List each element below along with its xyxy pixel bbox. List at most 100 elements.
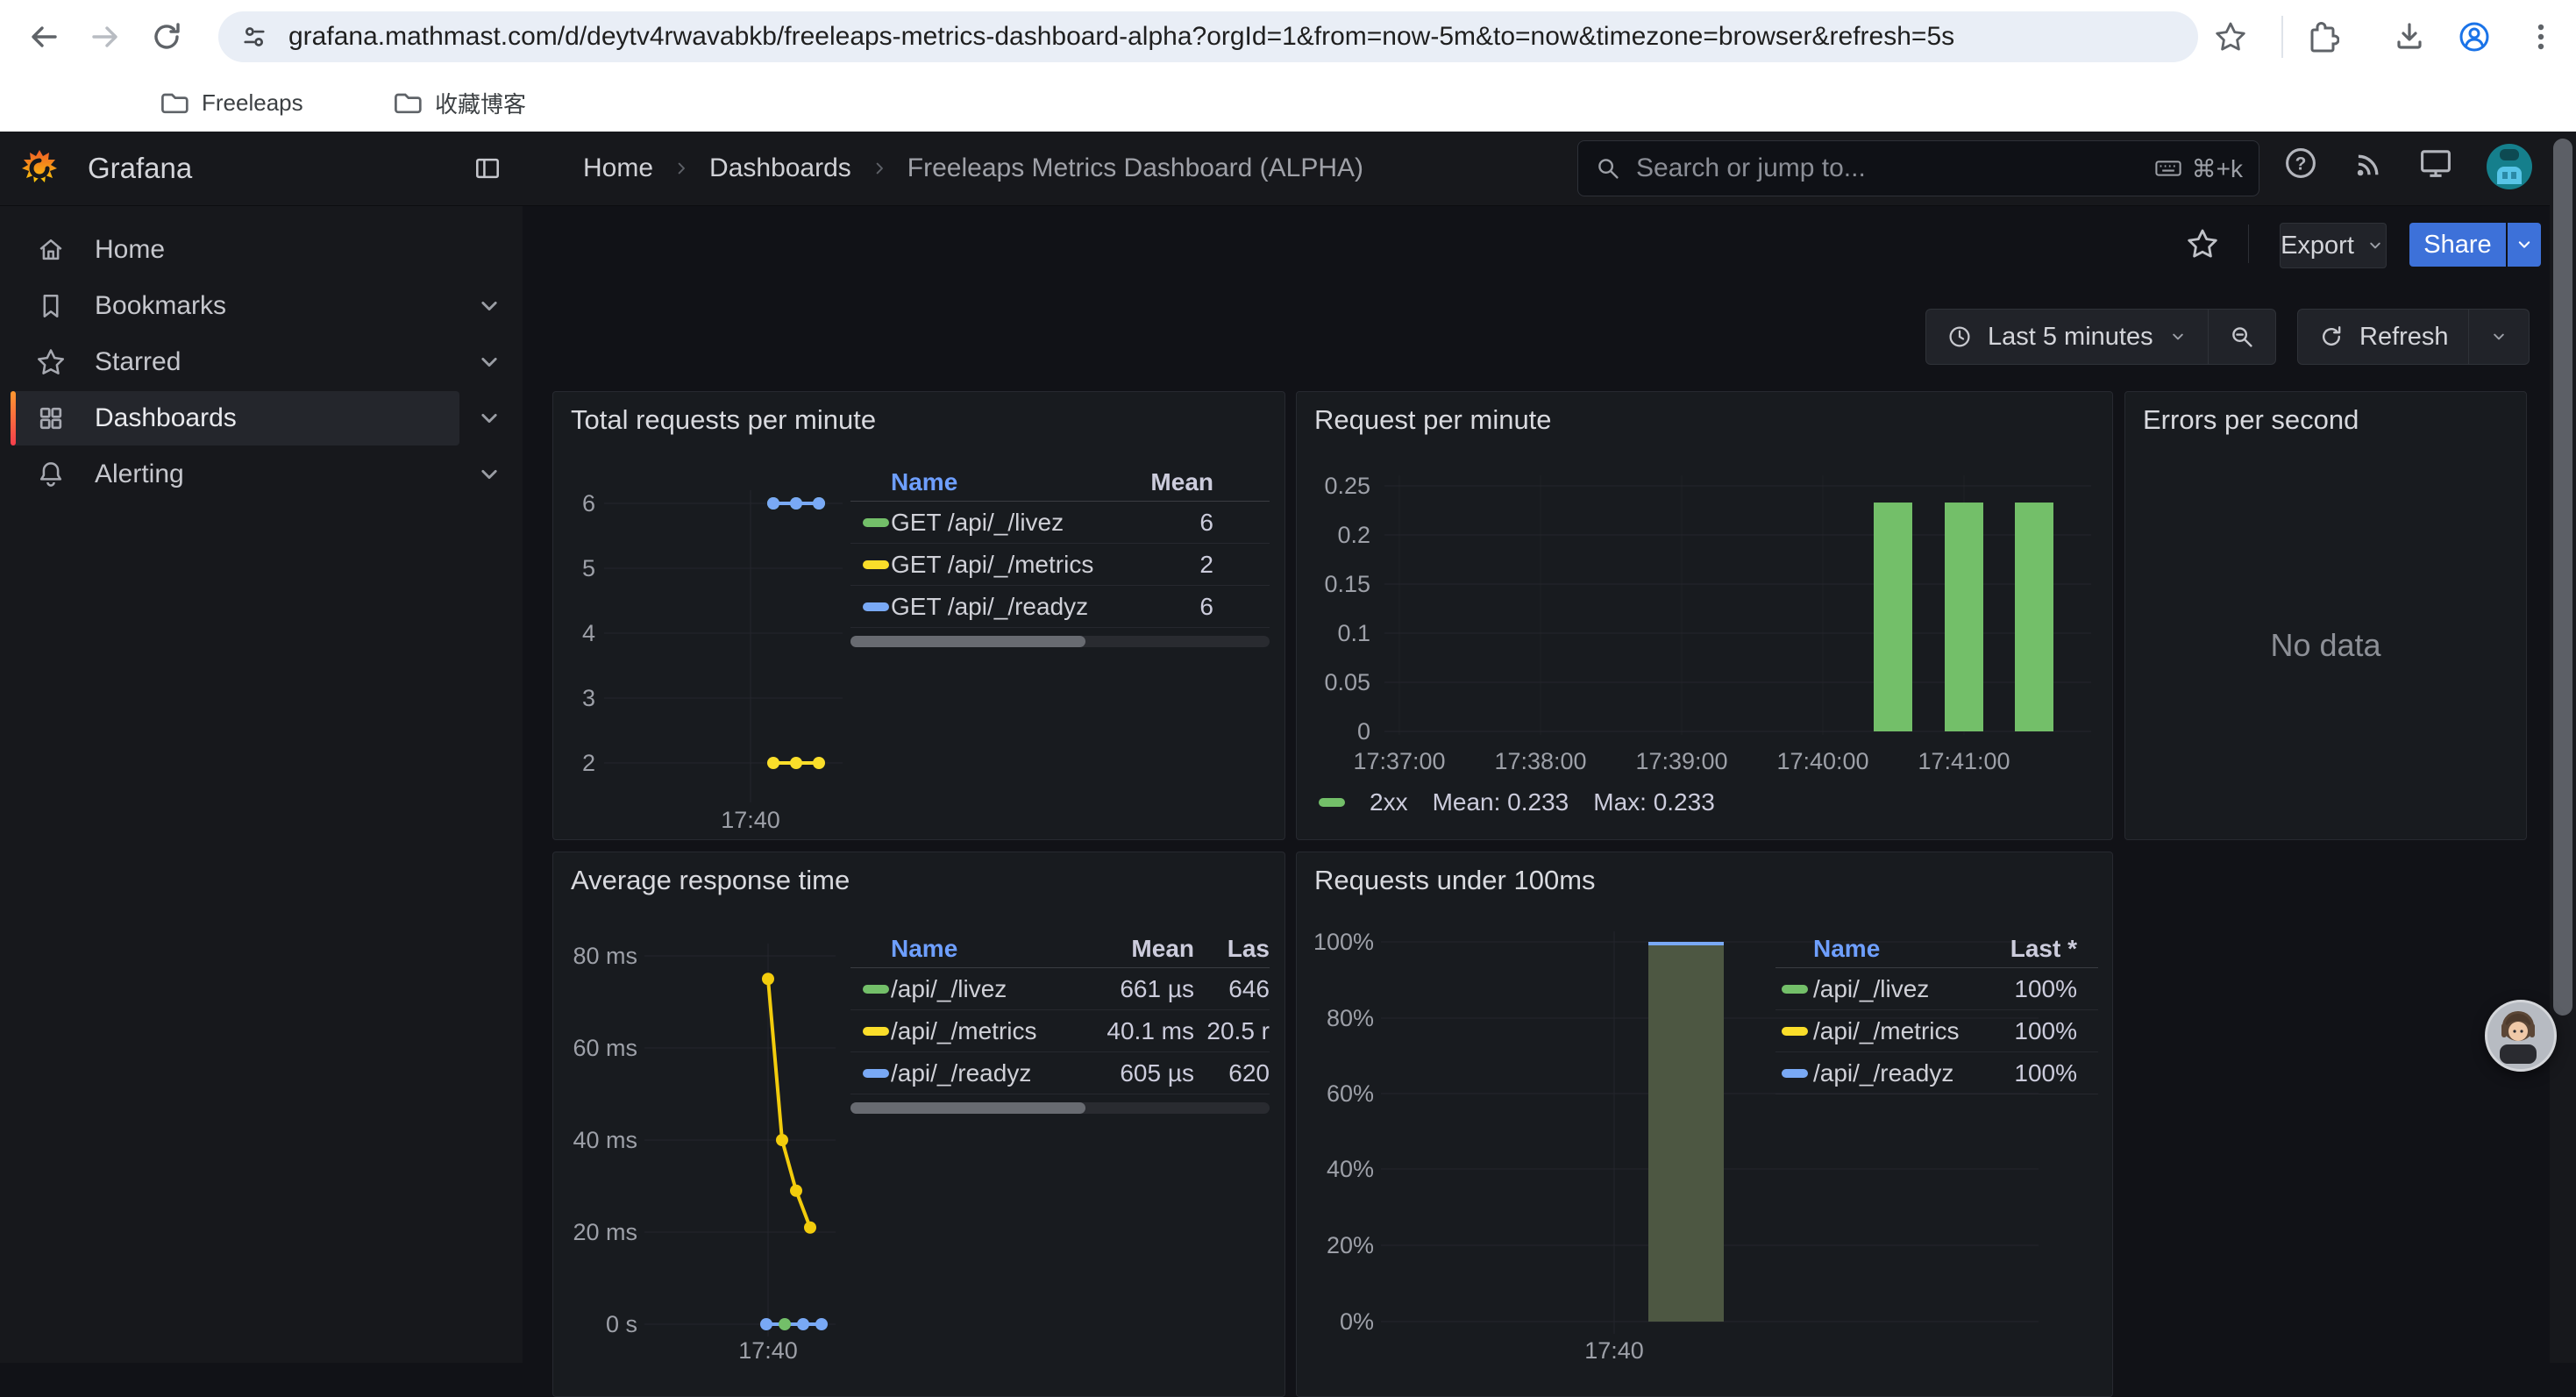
export-button[interactable]: Export [2280,223,2387,268]
svg-text:100%: 100% [1313,929,1374,955]
folder-icon [391,87,423,118]
legend-header-mean[interactable]: Mean [1082,935,1194,963]
legend-hscrollbar [850,636,1270,647]
sidebar-item-bookmarks[interactable]: Bookmarks [11,279,459,333]
legend-header-name[interactable]: Name [891,935,1082,963]
svg-text:17:41:00: 17:41:00 [1918,748,2010,774]
panel-title[interactable]: Requests under 100ms [1314,865,1596,896]
svg-text:3: 3 [582,685,595,711]
sidebar-item-starred[interactable]: Starred [11,335,459,389]
refresh-icon [2317,323,2345,351]
legend-header-last[interactable]: Las [1194,935,1270,963]
refresh-controls: Refresh [2297,309,2530,365]
refresh-button[interactable]: Refresh [2298,310,2468,364]
series-mean: 2 [1112,551,1213,579]
legend-header-name[interactable]: Name [1813,935,1972,963]
share-dropdown-button[interactable] [2508,223,2541,267]
breadcrumb-home[interactable]: Home [583,153,653,183]
sidebar-item-dashboards[interactable]: Dashboards [11,391,459,445]
page-scrollbar-thumb[interactable] [2553,139,2572,1016]
series-last: 100% [1972,975,2077,1003]
series-mean: 6 [1112,509,1213,537]
user-avatar[interactable] [2487,144,2532,189]
grafana-logo-icon[interactable] [19,148,60,189]
legend-row: /api/_/metrics 100% [1775,1010,2098,1052]
legend-row: /api/_/livez 100% [1775,968,2098,1010]
series-name[interactable]: /api/_/metrics [891,1017,1082,1045]
panel-title[interactable]: Total requests per minute [571,404,876,436]
url-text[interactable]: grafana.mathmast.com/d/deytv4rwavabkb/fr… [288,22,1954,52]
site-settings-icon[interactable] [239,22,269,52]
search-input[interactable] [1634,153,2153,184]
series-name[interactable]: GET /api/_/livez [891,509,1112,537]
refresh-interval-button[interactable] [2469,310,2529,364]
monitor-icon[interactable] [2416,144,2455,182]
series-pill [863,985,889,994]
series-mean: Mean: 0.233 [1433,788,1569,816]
page-scrollbar [2550,132,2576,1363]
legend-header-name[interactable]: Name [891,468,1112,496]
home-icon [35,234,67,266]
sidebar-item-home[interactable]: Home [11,223,459,277]
bookmark-folder-blog[interactable]: 收藏博客 [391,83,526,122]
back-icon[interactable] [26,19,61,54]
svg-text:6: 6 [582,490,595,517]
folder-icon [158,87,189,118]
download-icon[interactable] [2392,19,2427,54]
sidebar-nav: Home Bookmarks Starred Dashboards Alerti… [0,206,523,1363]
bookmark-star-icon[interactable] [2213,19,2248,54]
series-mean: 40.1 ms [1082,1017,1194,1045]
svg-text:0: 0 [1357,718,1370,745]
series-name[interactable]: /api/_/readyz [1813,1059,1972,1087]
svg-text:5: 5 [582,555,595,581]
legend-header-last[interactable]: Last * [1972,935,2077,963]
bookmark-folder-freeleaps[interactable]: Freeleaps [158,83,303,122]
chevron-down-icon [2513,233,2536,256]
panel-title[interactable]: Errors per second [2143,404,2359,436]
url-bar[interactable]: grafana.mathmast.com/d/deytv4rwavabkb/fr… [218,11,2198,62]
svg-text:20%: 20% [1327,1232,1374,1258]
series-name[interactable]: 2xx [1370,788,1408,816]
time-range-picker[interactable]: Last 5 minutes [1926,310,2208,364]
chevron-down-icon[interactable] [473,346,505,378]
panel-title[interactable]: Average response time [571,865,850,896]
series-name[interactable]: /api/_/livez [1813,975,1972,1003]
svg-text:40%: 40% [1327,1156,1374,1182]
help-icon[interactable] [2281,144,2320,182]
news-rss-icon[interactable] [2350,144,2388,182]
floating-avatar-button[interactable] [2485,1000,2557,1072]
sidebar-item-alerting[interactable]: Alerting [11,447,459,502]
panel-title[interactable]: Request per minute [1314,404,1552,436]
zoom-out-button[interactable] [2209,310,2275,364]
extensions-icon[interactable] [2304,19,2339,54]
sidebar-toggle-icon[interactable] [472,153,503,184]
breadcrumb-dashboards[interactable]: Dashboards [709,153,851,183]
menu-kebab-icon[interactable] [2523,19,2558,54]
legend-header-mean[interactable]: Mean [1112,468,1213,496]
chevron-down-icon[interactable] [473,403,505,434]
svg-text:0 s: 0 s [606,1311,637,1337]
series-name[interactable]: /api/_/livez [891,975,1082,1003]
svg-text:17:37:00: 17:37:00 [1353,748,1445,774]
search-icon [1594,154,1622,182]
reload-icon[interactable] [149,19,184,54]
legend-row: GET /api/_/livez 6 [850,502,1270,544]
forward-icon[interactable] [88,19,123,54]
chevron-down-icon[interactable] [473,290,505,322]
svg-text:60%: 60% [1327,1080,1374,1107]
legend-hscroll-thumb[interactable] [850,636,1085,647]
series-name[interactable]: /api/_/readyz [891,1059,1082,1087]
series-name[interactable]: GET /api/_/metrics [891,551,1112,579]
profile-icon[interactable] [2457,19,2492,54]
legend-hscroll-thumb[interactable] [850,1102,1085,1114]
svg-text:20 ms: 20 ms [573,1219,637,1245]
favorite-star-icon[interactable] [2185,226,2220,261]
legend-table: Name Last * /api/_/livez 100% /api/_/met… [1775,930,2098,1094]
search-box[interactable]: ⌘+k [1577,140,2259,196]
share-button[interactable]: Share [2409,223,2506,267]
series-last: 20.5 r [1194,1017,1270,1045]
chevron-down-icon[interactable] [473,459,505,490]
svg-text:40 ms: 40 ms [573,1127,637,1153]
series-name[interactable]: GET /api/_/readyz [891,593,1112,621]
series-name[interactable]: /api/_/metrics [1813,1017,1972,1045]
